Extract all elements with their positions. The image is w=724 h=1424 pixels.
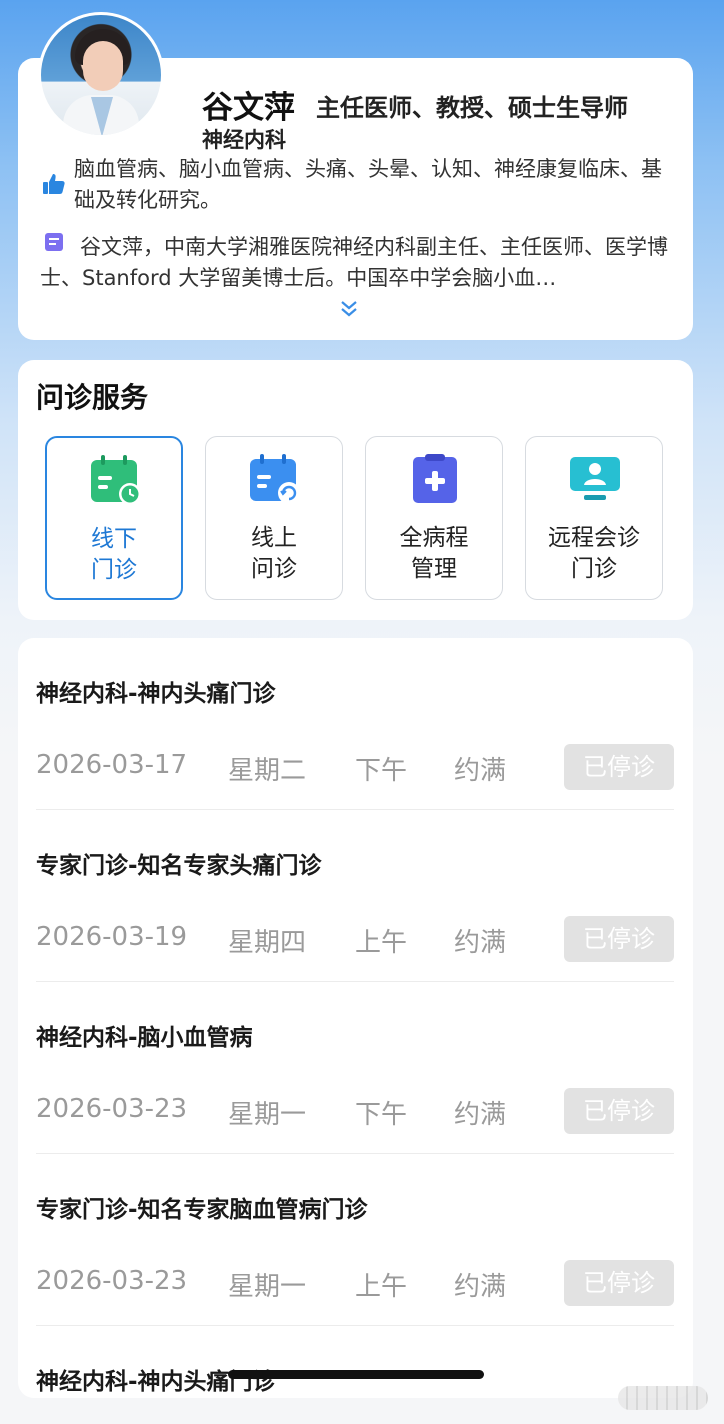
schedule-period: 上午 xyxy=(355,928,408,958)
clipboard-plus-icon xyxy=(413,454,457,503)
thumbs-up-icon xyxy=(43,174,65,194)
schedule-status: 约满 xyxy=(454,1272,507,1302)
suspended-button[interactable]: 已停诊 xyxy=(564,1088,674,1134)
suspended-button[interactable]: 已停诊 xyxy=(564,916,674,962)
schedule-weekday: 星期一 xyxy=(228,1272,307,1302)
schedule-title: 神经内科-脑小血管病 xyxy=(36,1025,253,1051)
schedule-title: 专家门诊-知名专家脑血管病门诊 xyxy=(36,1197,368,1223)
divider xyxy=(36,981,674,982)
service-remote-consultation[interactable]: 远程会诊 门诊 xyxy=(525,436,663,600)
suspended-button[interactable]: 已停诊 xyxy=(564,744,674,790)
schedule-status: 约满 xyxy=(454,928,507,958)
service-label: 远程会诊 门诊 xyxy=(548,525,640,582)
service-label: 线上 问诊 xyxy=(251,525,297,582)
doctor-department: 神经内科 xyxy=(202,128,286,152)
schedule-date: 2026-03-19 xyxy=(36,922,188,952)
schedule-title: 神经内科-神内头痛门诊 xyxy=(36,1369,276,1395)
service-label: 全病程 管理 xyxy=(399,525,469,582)
doctor-expertise: 脑血管病、脑小血管病、头痛、头晕、认知、神经康复临床、基础及转化研究。 xyxy=(74,157,662,212)
schedule-title: 神经内科-神内头痛门诊 xyxy=(36,681,276,707)
calendar-clock-icon xyxy=(91,455,141,505)
schedule-weekday: 星期二 xyxy=(228,756,307,786)
schedule-weekday: 星期四 xyxy=(228,928,307,958)
schedule-period: 下午 xyxy=(355,756,408,786)
service-full-course-management[interactable]: 全病程 管理 xyxy=(365,436,503,600)
schedule-status: 约满 xyxy=(454,1100,507,1130)
suspended-button[interactable]: 已停诊 xyxy=(564,1260,674,1306)
schedule-date: 2026-03-23 xyxy=(36,1094,188,1124)
doctor-title: 主任医师、教授、硕士生导师 xyxy=(316,94,628,122)
floating-ball[interactable] xyxy=(618,1386,708,1410)
monitor-user-icon xyxy=(570,457,620,500)
home-indicator[interactable] xyxy=(228,1370,484,1379)
schedule-date: 2026-03-23 xyxy=(36,1266,188,1296)
calendar-refresh-icon xyxy=(250,454,300,504)
service-offline-clinic[interactable]: 线下 门诊 xyxy=(45,436,183,600)
schedule-period: 下午 xyxy=(355,1100,408,1130)
doctor-avatar xyxy=(38,12,164,138)
service-online-consult[interactable]: 线上 问诊 xyxy=(205,436,343,600)
services-heading: 问诊服务 xyxy=(36,381,149,414)
schedule-title: 专家门诊-知名专家头痛门诊 xyxy=(36,853,322,879)
schedule-weekday: 星期一 xyxy=(228,1100,307,1130)
expand-chevron-icon[interactable] xyxy=(339,300,359,318)
schedule-status: 约满 xyxy=(454,756,507,786)
doctor-name: 谷文萍 xyxy=(202,90,295,126)
service-label: 线下 门诊 xyxy=(91,526,137,583)
doctor-intro: 谷文萍，中南大学湘雅医院神经内科副主任、主任医师、医学博士、Stanford 大… xyxy=(40,232,670,294)
schedule-date: 2026-03-17 xyxy=(36,750,188,780)
divider xyxy=(36,1153,674,1154)
divider xyxy=(36,809,674,810)
doctor-intro-text: 谷文萍，中南大学湘雅医院神经内科副主任、主任医师、医学博士、Stanford 大… xyxy=(40,235,668,290)
schedule-period: 上午 xyxy=(355,1272,408,1302)
divider xyxy=(36,1325,674,1326)
